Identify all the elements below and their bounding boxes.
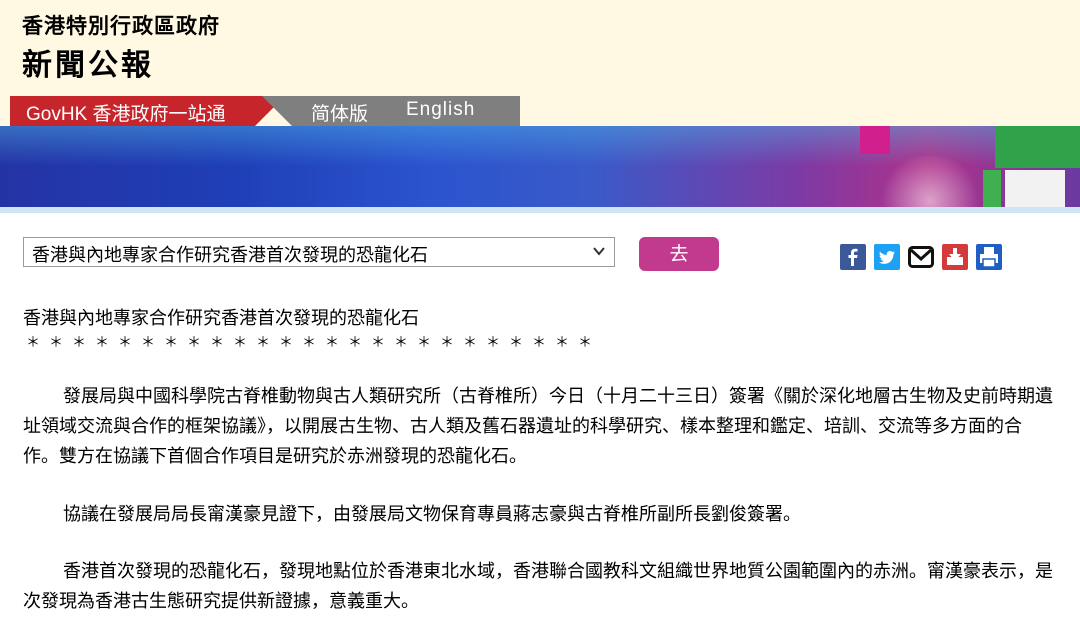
banner-decoration (860, 126, 890, 154)
header-banner (0, 126, 1080, 212)
download-icon[interactable] (942, 244, 968, 270)
language-tab-bg (262, 96, 520, 126)
site-name: 香港特別行政區政府 (22, 14, 220, 38)
simplified-chinese-link[interactable]: 简体版 (311, 99, 368, 126)
title-separator: ＊＊＊＊＊＊＊＊＊＊＊＊＊＊＊＊＊＊＊＊＊＊＊＊＊ (26, 335, 601, 351)
twitter-icon[interactable] (874, 244, 900, 270)
chevron-down-icon (593, 247, 605, 256)
govhk-link[interactable]: GovHK 香港政府一站通 (26, 99, 226, 126)
top-nav: GovHK 香港政府一站通 简体版 English (0, 96, 1080, 126)
article-title: 香港與內地專家合作研究香港首次發現的恐龍化石 (23, 308, 419, 329)
go-button[interactable]: 去 (639, 237, 719, 271)
email-icon[interactable] (908, 244, 934, 270)
facebook-icon[interactable] (840, 244, 866, 270)
article-paragraph: 協議在發展局局長甯漢豪見證下，由發展局文物保育專員蔣志豪與古脊椎所副所長劉俊簽署… (63, 504, 801, 525)
banner-decoration (1005, 170, 1065, 212)
article-paragraph: 發展局與中國科學院古脊椎動物與古人類研究所（古脊椎所）今日（十月二十三日）簽署《… (23, 386, 1053, 467)
press-release-select[interactable]: 香港與內地專家合作研究香港首次發現的恐龍化石 (23, 237, 615, 267)
print-icon[interactable] (976, 244, 1002, 270)
english-link[interactable]: English (406, 99, 475, 121)
header-band: 香港特別行政區政府 新聞公報 (0, 0, 1080, 96)
banner-divider (0, 207, 1080, 213)
press-release-select-value: 香港與內地專家合作研究香港首次發現的恐龍化石 (32, 245, 428, 266)
article-paragraph: 香港首次發現的恐龍化石，發現地點位於香港東北水域，香港聯合國教科文組織世界地質公… (23, 561, 1053, 612)
press-release-title: 新聞公報 (22, 48, 154, 83)
banner-decoration (995, 126, 1080, 168)
banner-decoration (983, 170, 1001, 212)
